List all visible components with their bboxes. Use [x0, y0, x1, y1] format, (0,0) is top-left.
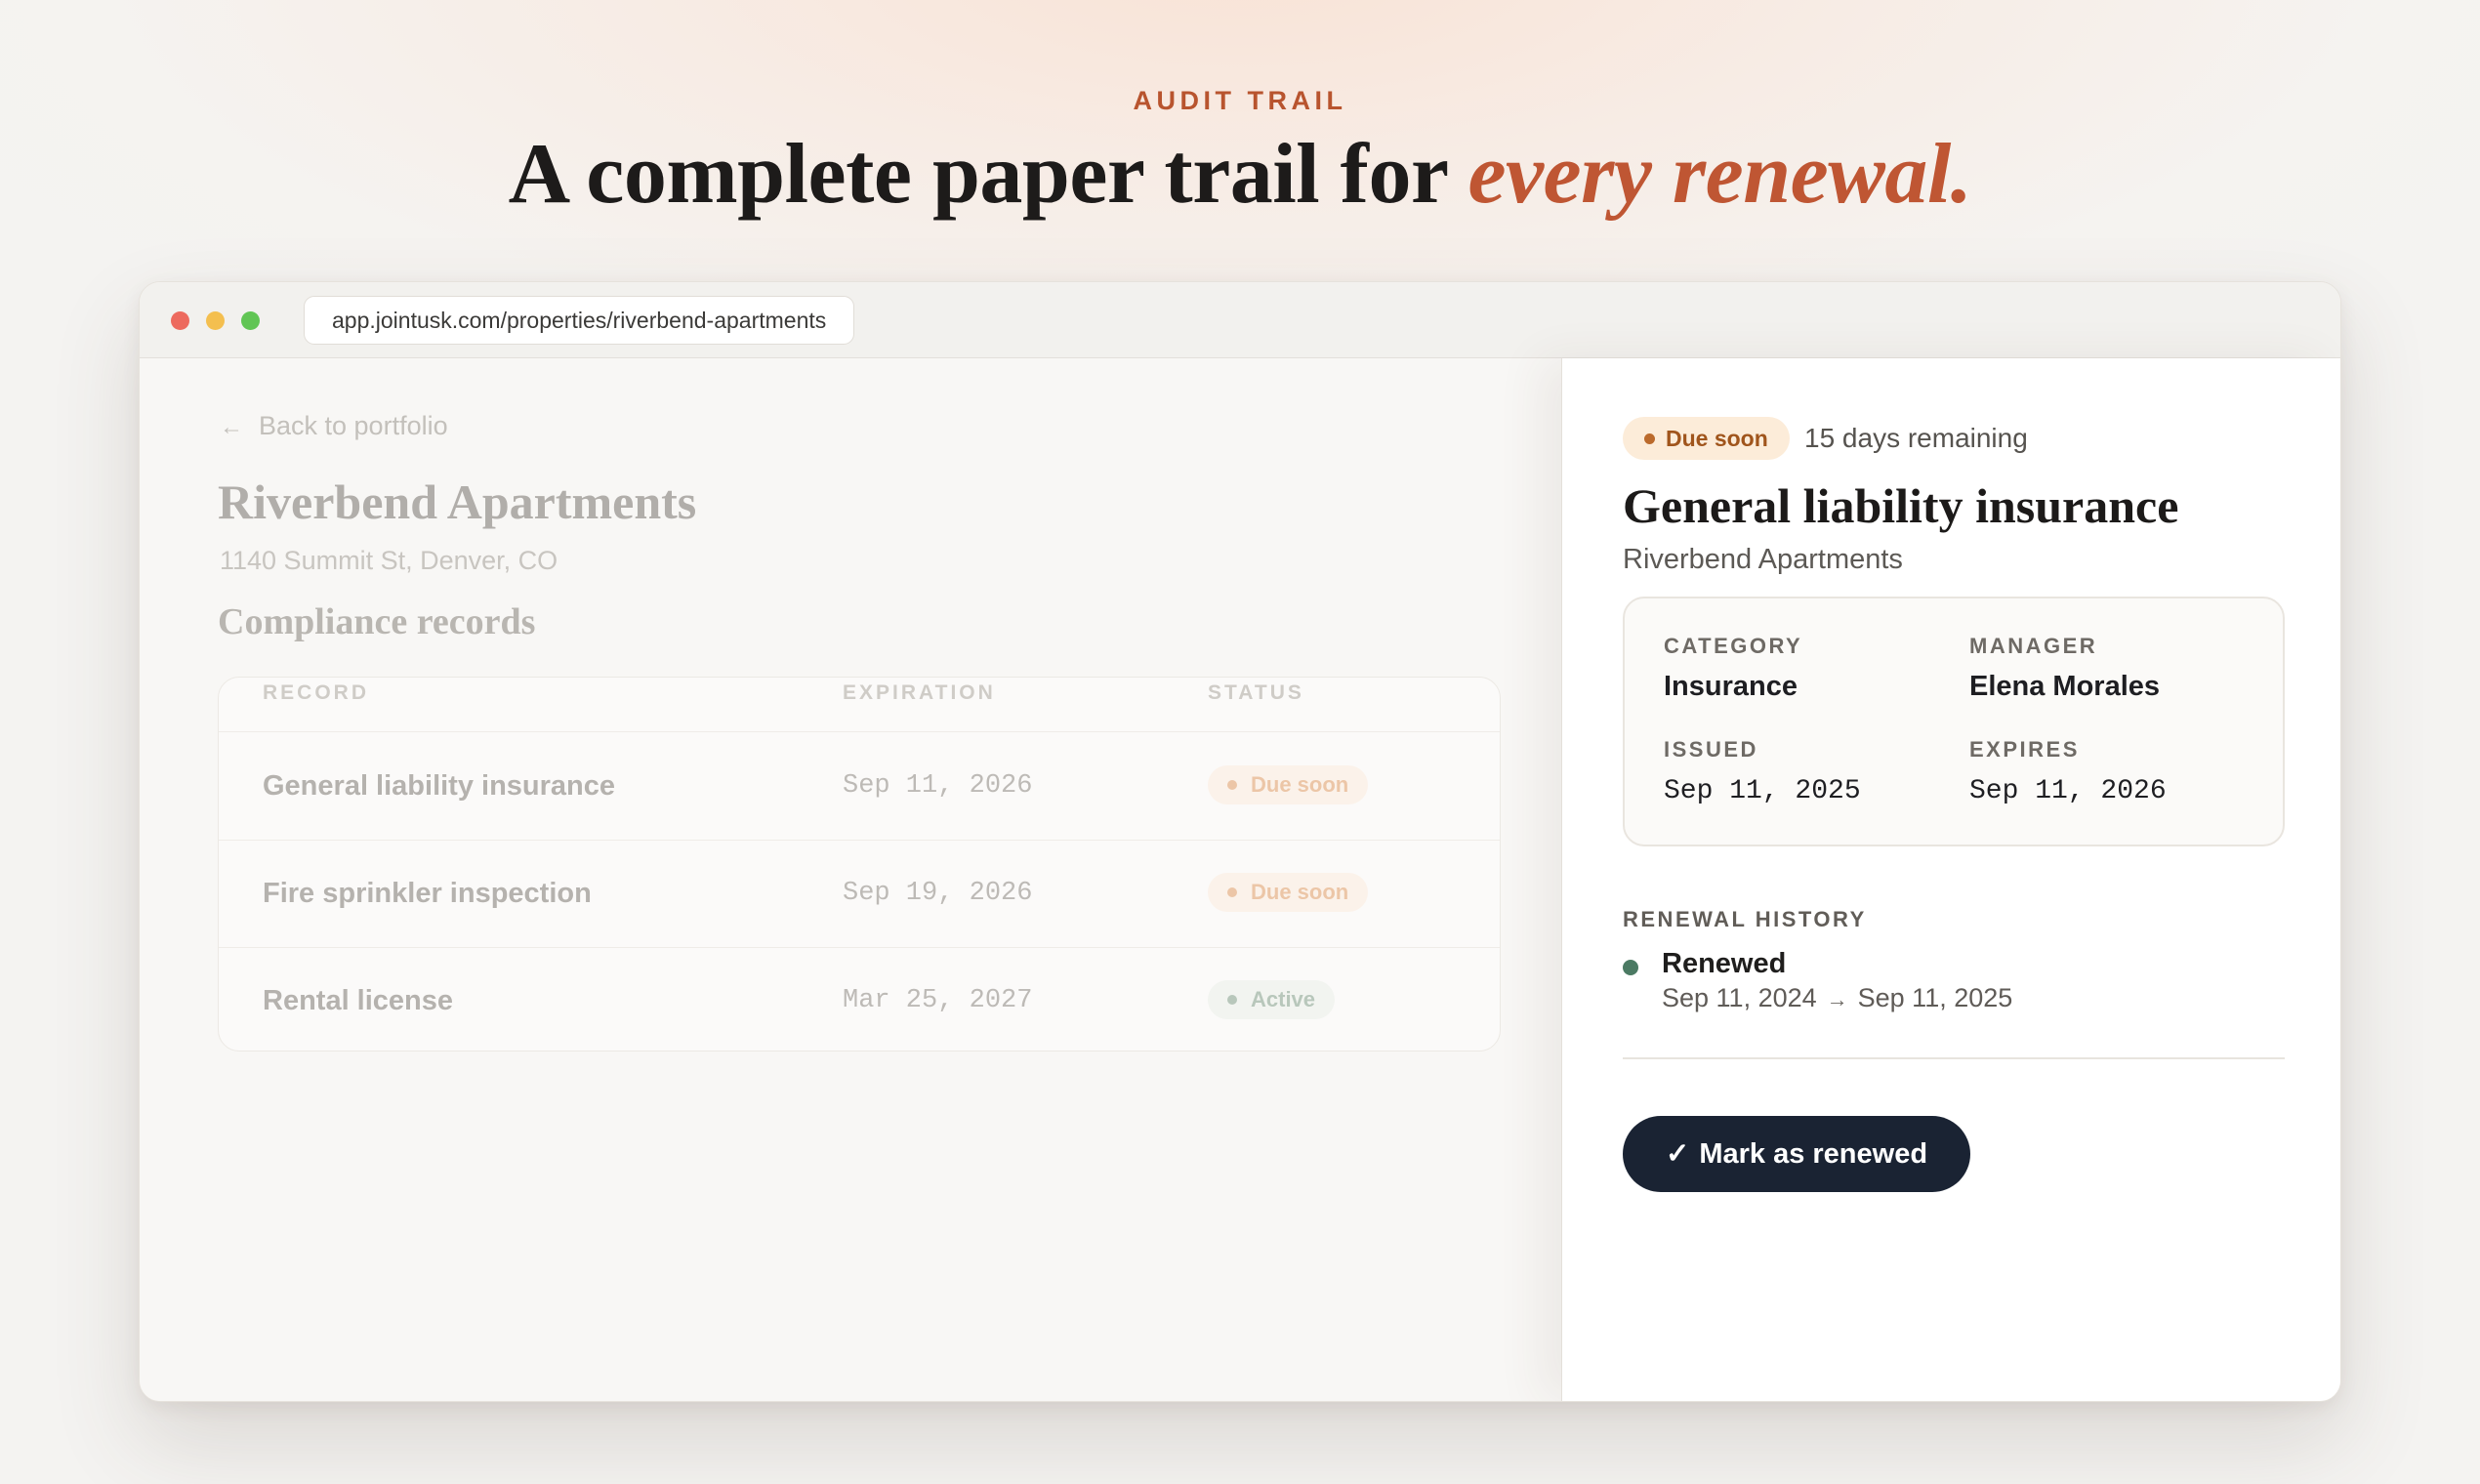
issued-value: Sep 11, 2025 [1664, 776, 1861, 806]
record-name: Fire sprinkler inspection [263, 878, 592, 909]
record-name: Rental license [263, 985, 454, 1016]
days-remaining: 15 days remaining [1804, 423, 2028, 453]
record-info-card: CATEGORY Insurance MANAGER Elena Morales… [1623, 597, 2285, 846]
back-link-label: Back to portfolio [259, 411, 448, 440]
detail-title: General liability insurance [1623, 478, 2179, 533]
category-field: CATEGORY Insurance [1664, 634, 1802, 703]
page-headline: A complete paper trail for every renewal… [0, 123, 2480, 226]
mark-as-renewed-label: Mark as renewed [1699, 1138, 1928, 1170]
record-name: General liability insurance [263, 770, 616, 802]
category-label: CATEGORY [1664, 634, 1803, 658]
window-close-dot[interactable] [171, 311, 189, 330]
column-header-record: RECORD [263, 681, 370, 704]
status-badge: Due soon [1208, 765, 1369, 804]
column-header-status: STATUS [1208, 681, 1304, 704]
record-expiration: Sep 11, 2026 [843, 771, 1033, 801]
compliance-section-title: Compliance records [218, 601, 536, 642]
property-title: Riverbend Apartments [218, 474, 697, 529]
category-value: Insurance [1664, 671, 1798, 702]
table-row[interactable]: Rental license Mar 25, 2027 Active [219, 948, 1500, 1051]
arrow-left-icon: ← [220, 414, 243, 440]
history-from-date: Sep 11, 2024 [1662, 983, 1817, 1012]
arrow-right-icon: → [1826, 987, 1848, 1011]
property-page: ← Back to portfolio Riverbend Apartments … [140, 358, 1561, 1401]
column-header-expiration: EXPIRATION [843, 681, 996, 704]
back-to-portfolio-link[interactable]: ← Back to portfolio [220, 411, 448, 441]
table-row[interactable]: Fire sprinkler inspection Sep 19, 2026 D… [219, 841, 1500, 948]
status-badge: Active [1208, 980, 1336, 1019]
table-row[interactable]: General liability insurance Sep 11, 2026… [219, 733, 1500, 841]
status-badge: Due soon [1208, 873, 1369, 912]
history-entry-range: Sep 11, 2024 → Sep 11, 2025 [1662, 983, 2012, 1013]
history-entry-title: Renewed [1662, 948, 1787, 979]
mark-as-renewed-button[interactable]: ✓ Mark as renewed [1623, 1116, 1971, 1192]
headline-text: A complete paper trail for [508, 127, 1468, 222]
browser-titlebar: app.jointusk.com/properties/riverbend-ap… [140, 282, 2340, 358]
expires-value: Sep 11, 2026 [1969, 776, 2167, 806]
table-header: RECORD EXPIRATION STATUS [219, 678, 1500, 732]
renewal-history-heading: RENEWAL HISTORY [1623, 907, 1867, 931]
expires-field: EXPIRES Sep 11, 2026 [1969, 737, 2167, 806]
eyebrow-label: AUDIT TRAIL [1133, 86, 1347, 115]
checkmark-icon: ✓ [1666, 1138, 1690, 1170]
detail-subtitle: Riverbend Apartments [1623, 544, 1903, 575]
record-expiration: Sep 19, 2026 [843, 879, 1033, 908]
history-to-date: Sep 11, 2025 [1857, 983, 2013, 1012]
issued-field: ISSUED Sep 11, 2025 [1664, 737, 1861, 806]
record-detail-panel: Due soon 15 days remaining General liabi… [1561, 358, 2340, 1401]
issued-label: ISSUED [1664, 737, 1758, 762]
compliance-table: RECORD EXPIRATION STATUS General liabili… [218, 677, 1501, 1051]
browser-window: app.jointusk.com/properties/riverbend-ap… [139, 281, 2341, 1402]
headline-accent: every renewal. [1467, 127, 1972, 222]
manager-value: Elena Morales [1969, 671, 2161, 702]
due-soon-badge: Due soon [1623, 417, 1790, 460]
manager-field: MANAGER Elena Morales [1969, 634, 2160, 703]
address-bar[interactable]: app.jointusk.com/properties/riverbend-ap… [304, 296, 855, 345]
property-address: 1140 Summit St, Denver, CO [220, 546, 558, 575]
window-maximize-dot[interactable] [241, 311, 260, 330]
divider [1623, 1057, 2285, 1059]
expires-label: EXPIRES [1969, 737, 2080, 762]
manager-label: MANAGER [1969, 634, 2098, 658]
history-status-dot [1623, 960, 1638, 975]
window-minimize-dot[interactable] [206, 311, 225, 330]
record-expiration: Mar 25, 2027 [843, 986, 1033, 1015]
